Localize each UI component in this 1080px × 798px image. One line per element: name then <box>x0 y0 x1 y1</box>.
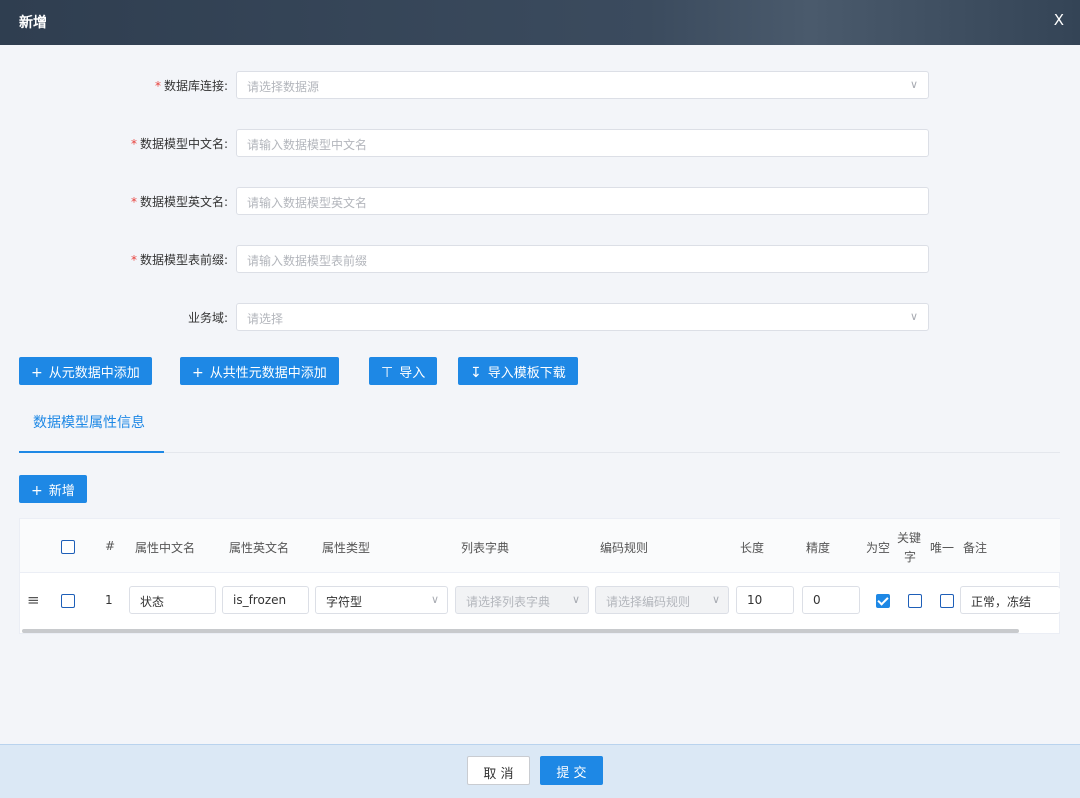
model-en-name-label: 数据模型英文名: <box>139 195 228 209</box>
datasource-select[interactable]: 请选择数据源 ∨ <box>236 71 929 99</box>
dialog-title: 新增 <box>19 15 47 31</box>
row-checkbox[interactable] <box>61 594 75 608</box>
form-row-datasource: * 数据库连接: 请选择数据源 ∨ <box>0 71 1080 99</box>
header-precision: 精度 <box>806 541 831 555</box>
form-row-business-domain: 业务域: 请选择 ∨ <box>0 303 1080 331</box>
drag-handle-icon[interactable]: ≡ <box>27 591 40 609</box>
table-prefix-placeholder: 请输入数据模型表前缀 <box>247 254 368 268</box>
model-cn-name-input[interactable]: 请输入数据模型中文名 <box>236 129 929 157</box>
plus-icon: + <box>31 365 43 381</box>
add-from-shared-metadata-button[interactable]: + 从共性元数据中添加 <box>180 357 339 385</box>
plus-icon: + <box>31 483 43 499</box>
precision-input[interactable]: 0 <box>802 586 860 614</box>
header-encoding: 编码规则 <box>600 541 649 555</box>
precision-value: 0 <box>813 593 821 607</box>
required-mark: * <box>154 79 161 93</box>
chevron-down-icon: ∨ <box>571 593 580 606</box>
horizontal-scrollbar[interactable] <box>22 629 1019 633</box>
import-label: 导入 <box>399 366 426 381</box>
tab-active-indicator <box>19 451 164 453</box>
required-mark: * <box>130 137 137 151</box>
header-en-name: 属性英文名 <box>229 541 290 555</box>
close-icon[interactable]: X <box>1054 11 1064 29</box>
remark-value: 正常，冻结 <box>971 595 1032 609</box>
select-all-checkbox[interactable] <box>61 540 75 554</box>
dialog-header: 新增 X <box>0 0 1080 45</box>
en-name-input[interactable]: is_frozen <box>222 586 309 614</box>
submit-button[interactable]: 提 交 <box>540 756 603 785</box>
table-prefix-input[interactable]: 请输入数据模型表前缀 <box>236 245 929 273</box>
remark-input[interactable]: 正常，冻结 <box>960 586 1060 614</box>
encoding-placeholder: 请选择编码规则 <box>606 595 691 609</box>
tab-attributes[interactable]: 数据模型属性信息 <box>33 412 145 432</box>
download-icon: ↧ <box>470 365 482 381</box>
attributes-table: # 属性中文名 属性英文名 属性类型 列表字典 编码规则 长度 精度 为空 关键… <box>19 518 1060 634</box>
nullable-checkbox[interactable] <box>876 594 890 608</box>
chevron-down-icon: ∨ <box>430 593 439 606</box>
cancel-button[interactable]: 取 消 <box>467 756 530 785</box>
download-template-label: 导入模板下载 <box>487 366 566 381</box>
header-index: # <box>105 539 116 553</box>
header-key-line2: 字 <box>904 550 917 564</box>
row-index: 1 <box>105 593 113 607</box>
header-cn-name: 属性中文名 <box>135 541 196 555</box>
datasource-placeholder: 请选择数据源 <box>247 80 320 94</box>
header-remark: 备注 <box>963 541 988 555</box>
encoding-select[interactable]: 请选择编码规则 ∨ <box>595 586 729 614</box>
length-value: 10 <box>747 593 763 607</box>
chevron-down-icon: ∨ <box>909 310 918 323</box>
model-en-name-input[interactable]: 请输入数据模型英文名 <box>236 187 929 215</box>
dict-select[interactable]: 请选择列表字典 ∨ <box>455 586 589 614</box>
table-header: # 属性中文名 属性英文名 属性类型 列表字典 编码规则 长度 精度 为空 关键… <box>20 519 1060 573</box>
header-type: 属性类型 <box>322 541 371 555</box>
download-template-button[interactable]: ↧ 导入模板下载 <box>458 357 578 385</box>
import-button[interactable]: ⊤ 导入 <box>369 357 438 385</box>
dialog-footer: 取 消 提 交 <box>0 744 1080 798</box>
unique-checkbox[interactable] <box>940 594 954 608</box>
model-cn-name-placeholder: 请输入数据模型中文名 <box>247 138 368 152</box>
dict-placeholder: 请选择列表字典 <box>466 595 551 609</box>
header-nullable: 为空 <box>866 541 891 555</box>
required-mark: * <box>130 253 137 267</box>
form-row-model-cn-name: * 数据模型中文名: 请输入数据模型中文名 <box>0 129 1080 157</box>
add-from-metadata-button[interactable]: + 从元数据中添加 <box>19 357 152 385</box>
type-value: 字符型 <box>326 595 363 609</box>
header-unique: 唯一 <box>930 541 955 555</box>
type-select[interactable]: 字符型 ∨ <box>315 586 448 614</box>
header-length: 长度 <box>740 541 765 555</box>
model-en-name-placeholder: 请输入数据模型英文名 <box>247 196 368 210</box>
header-key-line1: 关键 <box>897 531 922 545</box>
import-icon: ⊤ <box>381 365 394 381</box>
datasource-label: 数据库连接: <box>163 79 228 93</box>
add-attribute-label: 新增 <box>48 484 75 499</box>
chevron-down-icon: ∨ <box>711 593 720 606</box>
business-domain-select[interactable]: 请选择 ∨ <box>236 303 929 331</box>
plus-icon: + <box>192 365 204 381</box>
business-domain-placeholder: 请选择 <box>247 312 284 326</box>
form-row-table-prefix: * 数据模型表前缀: 请输入数据模型表前缀 <box>0 245 1080 273</box>
en-name-value: is_frozen <box>233 593 287 607</box>
cn-name-input[interactable]: 状态 <box>129 586 216 614</box>
add-from-shared-metadata-label: 从共性元数据中添加 <box>209 366 327 381</box>
business-domain-label: 业务域: <box>187 311 228 325</box>
tab-divider <box>19 452 1060 453</box>
add-from-metadata-label: 从元数据中添加 <box>48 366 140 381</box>
chevron-down-icon: ∨ <box>909 78 918 91</box>
cn-name-value: 状态 <box>140 595 165 609</box>
key-checkbox[interactable] <box>908 594 922 608</box>
table-prefix-label: 数据模型表前缀: <box>139 253 228 267</box>
length-input[interactable]: 10 <box>736 586 794 614</box>
form-row-model-en-name: * 数据模型英文名: 请输入数据模型英文名 <box>0 187 1080 215</box>
header-dict: 列表字典 <box>461 541 510 555</box>
add-attribute-button[interactable]: + 新增 <box>19 475 87 503</box>
model-cn-name-label: 数据模型中文名: <box>139 137 228 151</box>
required-mark: * <box>130 195 137 209</box>
